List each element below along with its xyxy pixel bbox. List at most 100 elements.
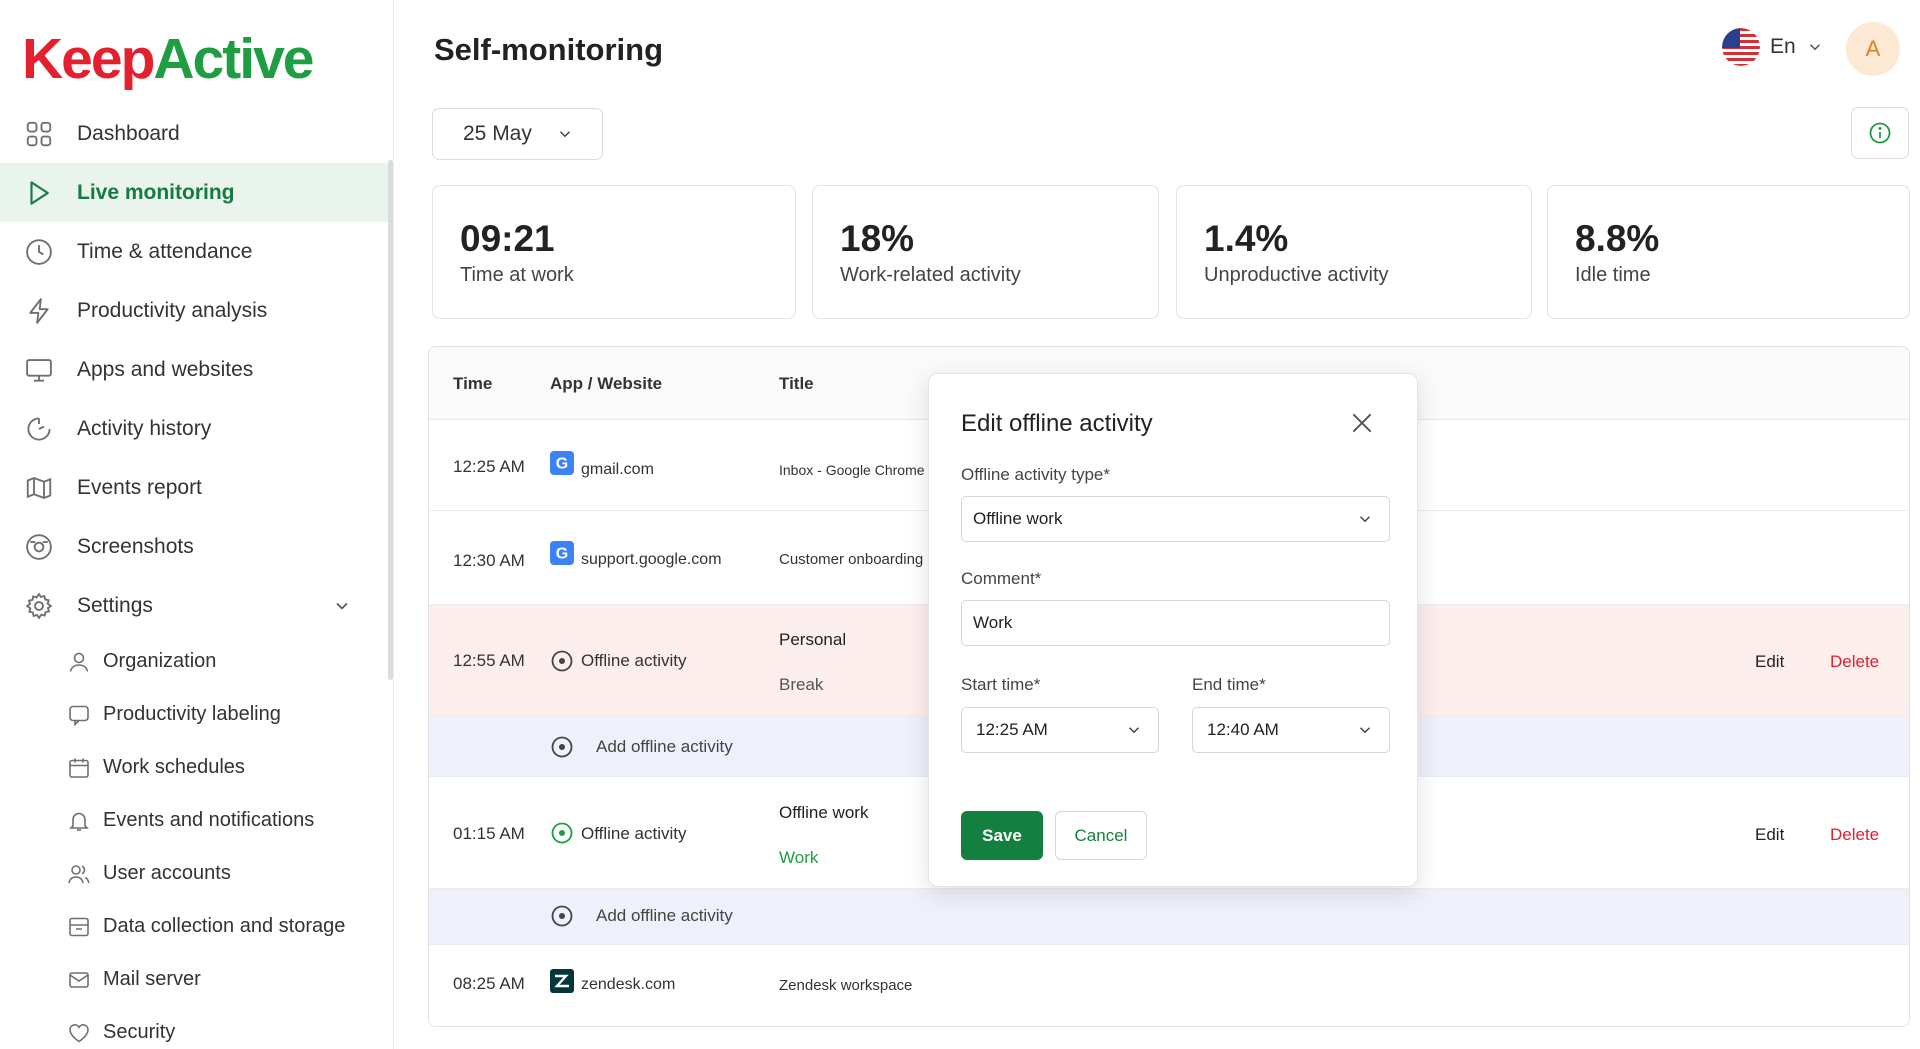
date-value: 25 May — [463, 122, 532, 145]
row-title: Offline work — [779, 803, 869, 822]
nav-item-live-monitoring[interactable]: Live monitoring — [0, 163, 388, 222]
add-offline-activity-link[interactable]: Add offline activity — [596, 906, 733, 926]
svg-text:G: G — [556, 456, 568, 473]
delete-button[interactable]: Delete — [1830, 652, 1879, 672]
column-header-time[interactable]: Time — [453, 374, 492, 394]
map-icon — [26, 476, 52, 499]
row-app: support.google.com — [581, 551, 722, 568]
sub-item-label: Mail server — [103, 968, 201, 990]
bell-icon — [69, 812, 89, 831]
row-title: Customer onboarding — [779, 551, 924, 568]
row-app: zendesk.com — [581, 976, 676, 993]
nav-label: Productivity analysis — [77, 298, 268, 322]
chevron-down-icon — [1128, 727, 1140, 734]
stat-value: 18% — [840, 218, 915, 259]
mail-icon — [69, 971, 89, 988]
nav-label: Live monitoring — [77, 180, 235, 204]
history-icon — [27, 416, 51, 441]
nav-item-time-attendance[interactable]: Time & attendance — [0, 222, 388, 281]
table-row[interactable]: 08:25 AM zendesk.com Zendesk workspace — [429, 945, 1909, 1026]
sub-item-user-accounts[interactable]: User accounts — [0, 847, 388, 900]
sub-item-security[interactable]: Security — [0, 1006, 388, 1049]
main-nav: Dashboard Live monitoring Time & attenda… — [0, 104, 388, 1049]
activity-type-label: Offline activity type* — [961, 465, 1110, 484]
save-button[interactable]: Save — [961, 811, 1043, 860]
play-icon — [30, 180, 49, 205]
sub-item-events-notifications[interactable]: Events and notifications — [0, 794, 388, 847]
us-flag-icon — [1722, 28, 1760, 66]
stat-card-time-at-work: 09:21 Time at work — [432, 185, 796, 319]
edit-button[interactable]: Edit — [1755, 652, 1784, 672]
avatar[interactable]: A — [1846, 22, 1900, 76]
stat-label: Idle time — [1575, 264, 1651, 286]
nav-item-settings[interactable]: Settings — [0, 576, 388, 635]
nav-item-apps-websites[interactable]: Apps and websites — [0, 340, 388, 399]
heart-icon — [69, 1023, 89, 1042]
comment-value: Work — [973, 613, 1013, 632]
sub-item-data-collection[interactable]: Data collection and storage — [0, 900, 388, 953]
end-time-label: End time* — [1192, 675, 1266, 694]
end-time-select[interactable]: 12:40 AM — [1192, 707, 1390, 753]
close-icon[interactable] — [1349, 410, 1375, 436]
comment-field[interactable]: Work — [961, 600, 1390, 646]
add-offline-icon — [551, 905, 573, 927]
stat-value: 09:21 — [460, 218, 555, 259]
nav-item-activity-history[interactable]: Activity history — [0, 399, 388, 458]
sub-item-mail-server[interactable]: Mail server — [0, 953, 388, 1006]
nav-label: Screenshots — [77, 534, 194, 558]
sub-item-label: Productivity labeling — [103, 703, 281, 725]
column-header-title[interactable]: Title — [779, 374, 814, 394]
cancel-button[interactable]: Cancel — [1055, 811, 1147, 860]
sub-item-productivity-labeling[interactable]: Productivity labeling — [0, 688, 388, 741]
google-icon: G — [550, 451, 574, 475]
modal-title: Edit offline activity — [961, 410, 1153, 437]
grid-icon — [26, 121, 52, 146]
column-header-app[interactable]: App / Website — [550, 374, 662, 394]
comment-label: Comment* — [961, 569, 1042, 588]
offline-activity-icon — [551, 822, 573, 844]
nav-item-screenshots[interactable]: Screenshots — [0, 517, 388, 576]
delete-button[interactable]: Delete — [1830, 825, 1879, 845]
start-time-value: 12:25 AM — [976, 720, 1048, 739]
sub-item-organization[interactable]: Organization — [0, 635, 388, 688]
camera-icon — [26, 533, 52, 560]
start-time-label: Start time* — [961, 675, 1041, 694]
activity-type-select[interactable]: Offline work — [961, 496, 1390, 542]
info-button[interactable] — [1851, 107, 1909, 159]
chevron-down-icon — [559, 131, 570, 138]
nav-label: Time & attendance — [77, 239, 253, 263]
add-offline-activity-row[interactable]: Add offline activity — [429, 889, 1909, 945]
row-app: Offline activity — [581, 651, 687, 670]
add-offline-activity-link[interactable]: Add offline activity — [596, 737, 733, 757]
nav-item-events-report[interactable]: Events report — [0, 458, 388, 517]
info-icon — [1869, 122, 1891, 144]
keepactive-logo[interactable]: KeepActive — [22, 24, 314, 94]
google-icon: G — [550, 541, 574, 565]
sidebar-scrollbar[interactable] — [388, 160, 393, 680]
stat-value: 1.4% — [1204, 218, 1289, 259]
chat-icon — [69, 705, 89, 726]
sub-item-work-schedules[interactable]: Work schedules — [0, 741, 388, 794]
nav-item-productivity-analysis[interactable]: Productivity analysis — [0, 281, 388, 340]
svg-text:G: G — [556, 546, 568, 563]
language-selector[interactable]: En — [1722, 28, 1824, 66]
nav-item-dashboard[interactable]: Dashboard — [0, 104, 388, 163]
row-time: 08:25 AM — [453, 974, 525, 993]
row-title: Zendesk workspace — [779, 977, 913, 994]
activity-type-value: Offline work — [973, 509, 1063, 528]
edit-button[interactable]: Edit — [1755, 825, 1784, 845]
start-time-select[interactable]: 12:25 AM — [961, 707, 1159, 753]
language-code: En — [1770, 35, 1796, 58]
stat-card-idle-time: 8.8% Idle time — [1547, 185, 1910, 319]
page-title: Self-monitoring — [434, 32, 664, 67]
nav-label: Apps and websites — [77, 357, 254, 381]
gear-icon — [25, 592, 53, 619]
sub-item-label: Events and notifications — [103, 809, 315, 831]
stat-label: Time at work — [460, 264, 574, 286]
edit-offline-activity-modal: Edit offline activity Offline activity t… — [928, 373, 1418, 887]
row-time: 12:30 AM — [453, 551, 525, 570]
row-time: 01:15 AM — [453, 824, 525, 843]
sub-item-label: Data collection and storage — [103, 915, 346, 937]
date-picker[interactable]: 25 May — [432, 108, 603, 160]
row-subtitle: Work — [779, 848, 819, 867]
